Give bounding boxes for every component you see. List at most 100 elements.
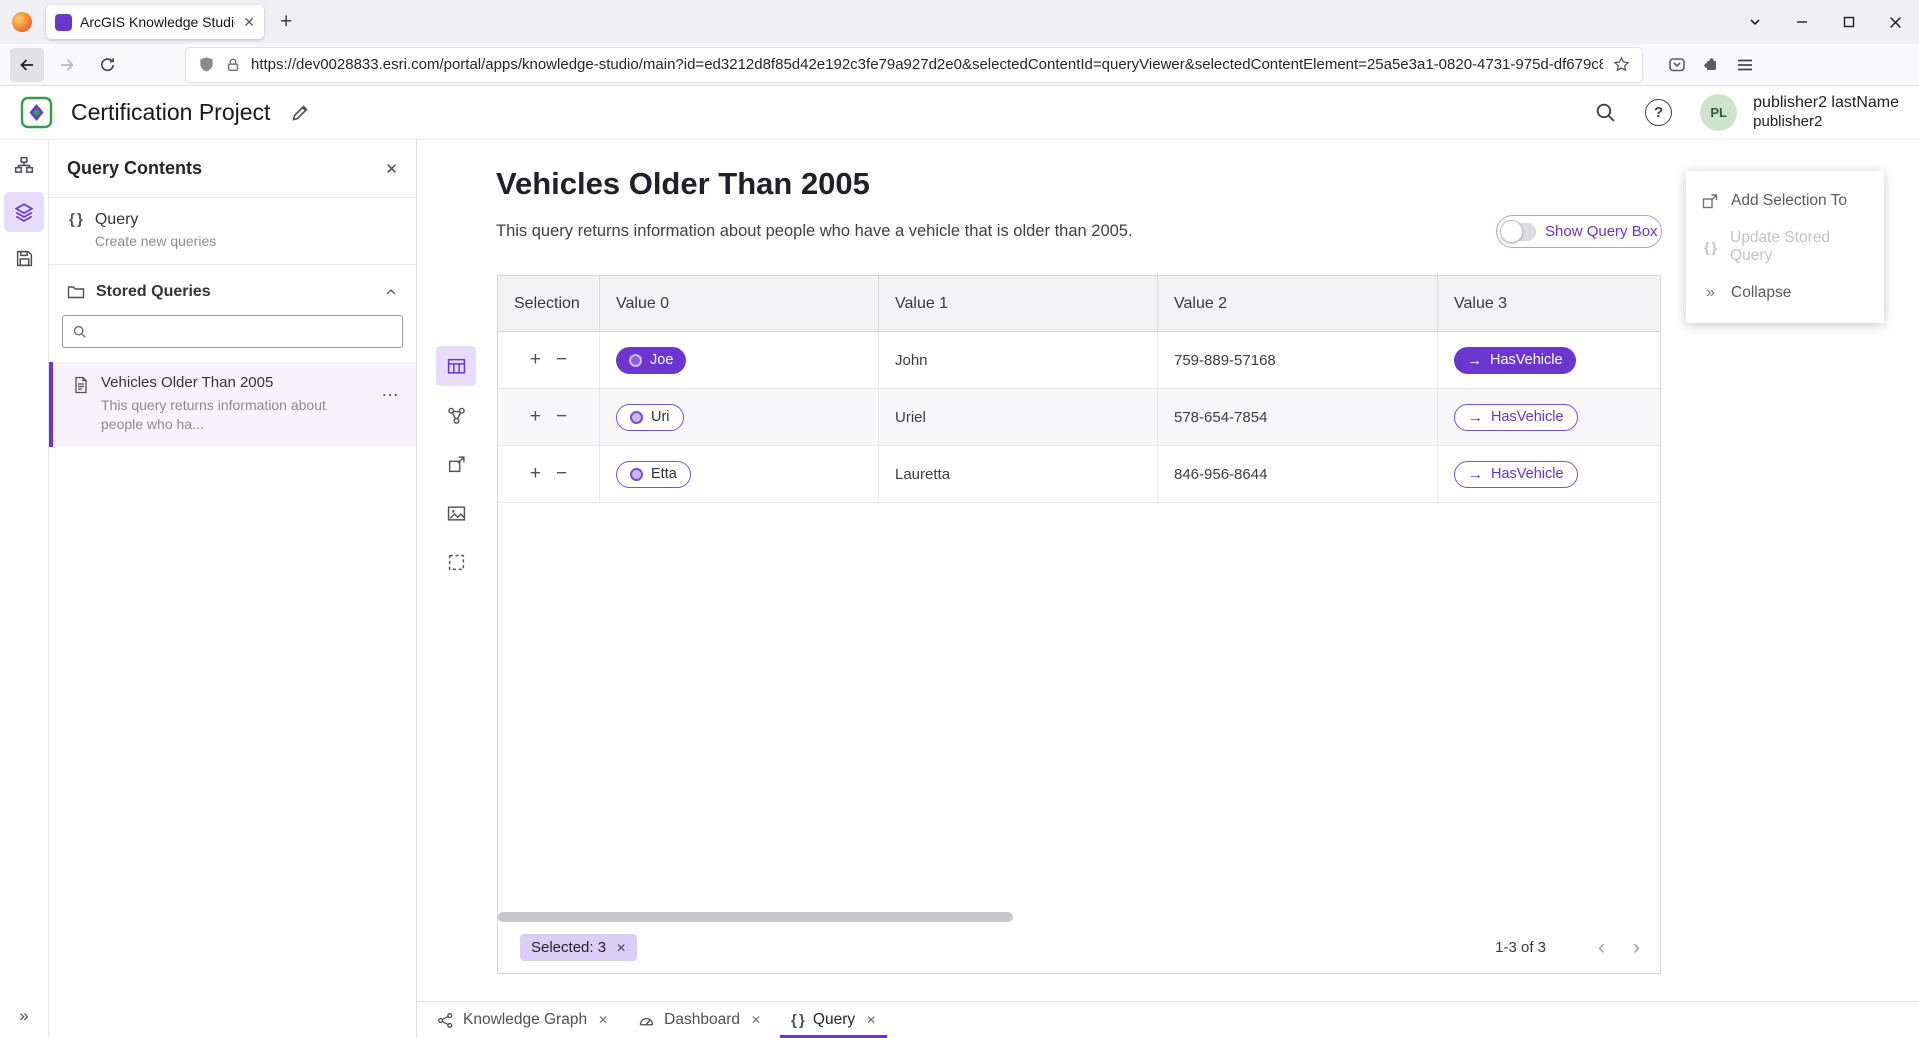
tab-close-icon[interactable]: ✕ <box>598 1013 608 1027</box>
relationship-pill[interactable]: →HasVehicle <box>1454 347 1576 374</box>
selected-count-chip[interactable]: Selected: 3 ✕ <box>520 934 637 961</box>
window-controls <box>1731 0 1919 44</box>
next-page-icon[interactable]: › <box>1633 937 1640 958</box>
item-options-icon[interactable]: … <box>381 380 400 401</box>
entity-pill[interactable]: Uri <box>616 404 684 431</box>
knowledge-graph-icon <box>437 1012 454 1029</box>
expand-row-icon[interactable]: + <box>530 406 541 428</box>
stored-queries-search[interactable] <box>62 315 403 348</box>
browser-tab[interactable]: ArcGIS Knowledge Studio ✕ <box>46 5 264 39</box>
scrollbar-thumb[interactable] <box>498 912 1013 922</box>
reload-button[interactable] <box>90 48 124 82</box>
app-logo-icon <box>20 96 53 129</box>
entity-dot-icon <box>630 468 643 481</box>
select-tool-button[interactable] <box>436 542 476 582</box>
browser-logo-icon[interactable] <box>12 12 32 32</box>
hamburger-menu-icon[interactable] <box>1736 56 1754 74</box>
help-icon[interactable]: ? <box>1645 99 1672 126</box>
menu-item-collapse[interactable]: » Collapse <box>1686 270 1884 316</box>
browser-tab-strip: ArcGIS Knowledge Studio ✕ + <box>0 0 1919 44</box>
braces-icon: { } <box>791 1012 804 1029</box>
chevron-up-icon[interactable] <box>384 285 398 299</box>
link-chart-view-button[interactable] <box>436 395 476 435</box>
tab-label: Knowledge Graph <box>463 1011 587 1029</box>
tab-query[interactable]: { } Query ✕ <box>776 1002 891 1038</box>
table-row[interactable]: + − Etta Lauretta 846-956-8644 →HasVehic… <box>498 446 1660 503</box>
entity-pill[interactable]: Etta <box>616 461 691 488</box>
previous-page-icon[interactable]: ‹ <box>1598 937 1605 958</box>
tab-dashboard[interactable]: Dashboard ✕ <box>623 1002 776 1038</box>
expand-rail-icon[interactable]: » <box>0 1006 48 1026</box>
panel-title: Query Contents <box>67 158 202 179</box>
window-close-button[interactable] <box>1872 0 1919 44</box>
tab-close-icon[interactable]: ✕ <box>751 1013 761 1027</box>
table-row[interactable]: + − Joe John 759-889-57168 →HasVehicle <box>498 332 1660 389</box>
tracking-shield-icon[interactable] <box>198 56 215 73</box>
column-header[interactable]: Value 3 <box>1438 276 1660 331</box>
search-icon[interactable] <box>1594 101 1617 124</box>
new-tab-button[interactable]: + <box>280 10 292 34</box>
menu-item-update-stored-query: { } Update Stored Query <box>1686 224 1884 270</box>
contents-layers-button[interactable] <box>4 192 44 232</box>
lock-icon[interactable] <box>225 57 241 73</box>
clear-selection-icon[interactable]: ✕ <box>616 941 626 955</box>
toggle-switch[interactable] <box>1502 223 1536 241</box>
entity-dot-icon <box>629 354 642 367</box>
collapse-row-icon[interactable]: − <box>556 406 567 428</box>
expand-row-icon[interactable]: + <box>530 463 541 485</box>
folder-icon <box>67 283 85 301</box>
show-query-box-toggle[interactable]: Show Query Box <box>1496 215 1662 248</box>
stored-queries-search-input[interactable] <box>95 324 393 340</box>
window-minimize-button[interactable] <box>1778 0 1825 44</box>
braces-icon: { } <box>1701 239 1719 255</box>
left-icon-rail: » <box>0 140 49 1038</box>
collapse-row-icon[interactable]: − <box>556 349 567 371</box>
window-maximize-button[interactable] <box>1825 0 1872 44</box>
menu-item-add-selection-to[interactable]: Add Selection To <box>1686 178 1884 224</box>
edit-title-icon[interactable] <box>290 103 310 123</box>
table-view-button[interactable] <box>436 346 476 386</box>
collapse-row-icon[interactable]: − <box>556 463 567 485</box>
expand-row-icon[interactable]: + <box>530 349 541 371</box>
bookmark-star-icon[interactable] <box>1613 56 1630 73</box>
extensions-puzzle-icon[interactable] <box>1702 56 1720 74</box>
map-view-button[interactable] <box>436 444 476 484</box>
table-header-row: Selection Value 0 Value 1 Value 2 Value … <box>498 276 1660 332</box>
horizontal-scrollbar[interactable] <box>498 912 1660 922</box>
relationship-pill[interactable]: →HasVehicle <box>1454 461 1578 488</box>
column-header[interactable]: Value 0 <box>600 276 879 331</box>
back-button[interactable] <box>10 48 44 82</box>
save-button[interactable] <box>4 238 44 278</box>
tab-label: Query <box>813 1011 855 1029</box>
cell-value: Uriel <box>879 389 1158 445</box>
arrow-right-icon: → <box>1467 353 1482 368</box>
image-view-button[interactable] <box>436 493 476 533</box>
table-row[interactable]: + − Uri Uriel 578-654-7854 →HasVehicle <box>498 389 1660 446</box>
column-header[interactable]: Value 1 <box>879 276 1158 331</box>
data-model-button[interactable] <box>4 146 44 186</box>
cell-value: 846-956-8644 <box>1158 446 1438 502</box>
stored-queries-header[interactable]: Stored Queries <box>49 265 416 313</box>
tabs-list-chevron-icon[interactable] <box>1731 0 1778 44</box>
tab-close-icon[interactable]: ✕ <box>243 14 255 31</box>
nav-right-icons <box>1668 56 1754 74</box>
search-icon <box>72 324 87 339</box>
results-table: Selection Value 0 Value 1 Value 2 Value … <box>497 275 1661 974</box>
column-header[interactable]: Selection <box>498 276 600 331</box>
tab-close-icon[interactable]: ✕ <box>866 1013 876 1027</box>
relationship-pill[interactable]: →HasVehicle <box>1454 404 1578 431</box>
panel-close-icon[interactable]: ✕ <box>385 160 398 178</box>
pocket-icon[interactable] <box>1668 56 1686 74</box>
avatar[interactable]: PL <box>1700 94 1737 131</box>
url-bar[interactable]: https://dev0028833.esri.com/portal/apps/… <box>186 48 1642 82</box>
page-title: Vehicles Older Than 2005 <box>496 166 870 202</box>
cell-value: John <box>879 332 1158 388</box>
new-query-item[interactable]: { } Query Create new queries <box>49 198 416 265</box>
view-toolbar <box>436 346 476 591</box>
stored-query-list-item[interactable]: Vehicles Older Than 2005 This query retu… <box>49 362 416 447</box>
forward-button[interactable] <box>50 48 84 82</box>
user-info: publisher2 lastName publisher2 <box>1753 93 1899 132</box>
column-header[interactable]: Value 2 <box>1158 276 1438 331</box>
tab-knowledge-graph[interactable]: Knowledge Graph ✕ <box>422 1002 623 1038</box>
entity-pill[interactable]: Joe <box>616 347 686 374</box>
